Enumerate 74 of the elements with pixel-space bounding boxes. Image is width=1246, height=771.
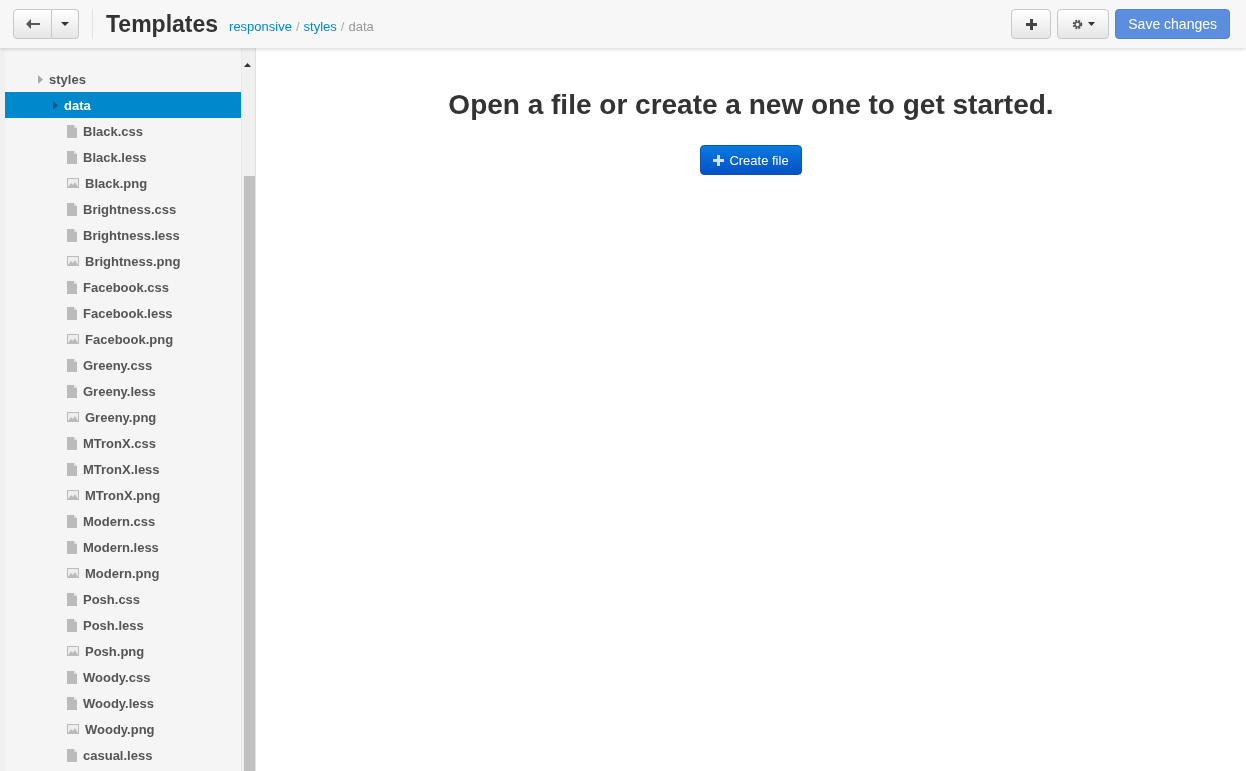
- file-item[interactable]: MTronX.css: [5, 430, 241, 456]
- file-item[interactable]: Modern.png: [5, 560, 241, 586]
- file-icon: [67, 436, 77, 450]
- caret-icon: [61, 22, 69, 26]
- expand-arrow-icon: [38, 74, 43, 84]
- file-icon: [67, 280, 77, 294]
- file-item[interactable]: Facebook.png: [5, 326, 241, 352]
- back-arrow-icon: [25, 19, 40, 29]
- image-icon: [67, 568, 79, 578]
- folder-item[interactable]: data: [5, 92, 241, 118]
- page-title: Templates: [106, 10, 219, 38]
- dropdown-button[interactable]: [52, 9, 79, 39]
- settings-icon: [1071, 18, 1083, 30]
- file-item[interactable]: Modern.less: [5, 534, 241, 560]
- image-icon: [67, 334, 79, 344]
- file-item[interactable]: Woody.png: [5, 716, 241, 742]
- file-item[interactable]: Greeny.less: [5, 378, 241, 404]
- breadcrumb-separator: /: [295, 19, 300, 34]
- file-item[interactable]: MTronX.less: [5, 456, 241, 482]
- file-icon: [67, 748, 77, 762]
- file-item[interactable]: Facebook.less: [5, 300, 241, 326]
- create-file-button[interactable]: Create file: [700, 145, 802, 175]
- caret-icon: [1087, 22, 1095, 26]
- file-item[interactable]: Woody.css: [5, 664, 241, 690]
- file-item[interactable]: Brightness.less: [5, 222, 241, 248]
- plus-icon: [713, 154, 725, 166]
- image-icon: [67, 490, 79, 500]
- breadcrumb-link[interactable]: styles: [303, 19, 337, 34]
- image-icon: [67, 178, 79, 188]
- empty-state-heading: Open a file or create a new one to get started.: [448, 89, 1054, 121]
- file-icon: [67, 228, 77, 242]
- image-icon: [67, 412, 79, 422]
- scroll-up-icon[interactable]: [244, 63, 251, 67]
- scrollbar-thumb[interactable]: [244, 176, 255, 771]
- file-item[interactable]: Facebook.css: [5, 274, 241, 300]
- file-item[interactable]: Black.css: [5, 118, 241, 144]
- file-item[interactable]: Brightness.png: [5, 248, 241, 274]
- breadcrumb-separator: /: [340, 19, 345, 34]
- file-item[interactable]: Greeny.css: [5, 352, 241, 378]
- file-icon: [67, 462, 77, 476]
- file-icon: [67, 618, 77, 632]
- image-icon: [67, 724, 79, 734]
- add-button[interactable]: [1011, 9, 1052, 39]
- file-icon: [67, 540, 77, 554]
- file-item[interactable]: Greeny.png: [5, 404, 241, 430]
- file-icon: [67, 514, 77, 528]
- file-item[interactable]: MTronX.png: [5, 482, 241, 508]
- file-icon: [67, 670, 77, 684]
- file-item[interactable]: Modern.css: [5, 508, 241, 534]
- back-button[interactable]: [13, 9, 52, 39]
- file-item[interactable]: Black.less: [5, 144, 241, 170]
- folder-item[interactable]: styles: [5, 66, 241, 92]
- file-item[interactable]: Posh.less: [5, 612, 241, 638]
- breadcrumb-link[interactable]: responsive: [229, 19, 292, 34]
- file-icon: [67, 150, 77, 164]
- file-item[interactable]: Posh.png: [5, 638, 241, 664]
- settings-button[interactable]: [1057, 9, 1110, 39]
- file-icon: [67, 592, 77, 606]
- file-item[interactable]: Brightness.css: [5, 196, 241, 222]
- file-icon: [67, 306, 77, 320]
- image-icon: [67, 646, 79, 656]
- file-item[interactable]: Woody.less: [5, 690, 241, 716]
- file-icon: [67, 384, 77, 398]
- image-icon: [67, 256, 79, 266]
- file-icon: [67, 358, 77, 372]
- file-icon: [67, 124, 77, 138]
- file-item[interactable]: Posh.css: [5, 586, 241, 612]
- file-item[interactable]: Black.png: [5, 170, 241, 196]
- file-item[interactable]: casual.less: [5, 742, 241, 768]
- file-icon: [67, 202, 77, 216]
- file-icon: [67, 696, 77, 710]
- expand-arrow-icon: [53, 100, 58, 110]
- plus-icon: [1025, 18, 1037, 30]
- breadcrumb-current: data: [348, 19, 374, 34]
